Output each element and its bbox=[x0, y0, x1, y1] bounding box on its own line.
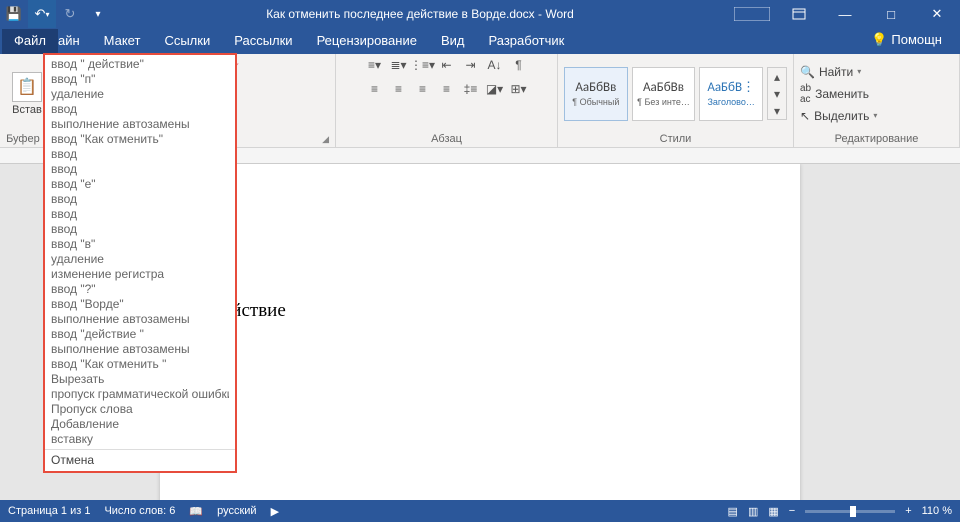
undo-history-item[interactable]: ввод bbox=[51, 102, 229, 117]
bulb-icon: 💡 bbox=[871, 32, 887, 47]
page-indicator[interactable]: Страница 1 из 1 bbox=[8, 505, 90, 517]
ribbon-tabs: Файл айн Макет Ссылки Рассылки Рецензиро… bbox=[0, 28, 960, 54]
undo-history-item[interactable]: ввод bbox=[51, 162, 229, 177]
search-icon: 🔍 bbox=[800, 65, 815, 79]
undo-history-item[interactable]: Пропуск слова bbox=[51, 402, 229, 417]
tell-me[interactable]: 💡Помощн bbox=[859, 28, 954, 54]
replace-icon: abac bbox=[800, 83, 811, 105]
undo-history-item[interactable]: ввод "Как отменить" bbox=[51, 132, 229, 147]
spell-check-icon[interactable]: 📖 bbox=[189, 505, 203, 518]
align-center-icon[interactable]: ≡ bbox=[390, 80, 408, 98]
undo-history-item[interactable]: ввод "?" bbox=[51, 282, 229, 297]
undo-history-item[interactable]: выполнение автозамены bbox=[51, 342, 229, 357]
undo-history-item[interactable]: Вырезать bbox=[51, 372, 229, 387]
align-left-icon[interactable]: ≡ bbox=[366, 80, 384, 98]
cursor-icon: ↖ bbox=[800, 109, 810, 123]
zoom-level[interactable]: 110 % bbox=[922, 505, 952, 517]
titlebar: 💾 ↶▾ ↻ ▾ Как отменить последнее действие… bbox=[0, 0, 960, 28]
line-spacing-icon[interactable]: ‡≡ bbox=[462, 80, 480, 98]
tab-layout[interactable]: Макет bbox=[92, 29, 153, 54]
justify-icon[interactable]: ≡ bbox=[438, 80, 456, 98]
undo-history-item[interactable]: ввод "Как отменить " bbox=[51, 357, 229, 372]
style-normal[interactable]: АаБбВв ¶ Обычный bbox=[564, 67, 628, 121]
doc-line1: ить bbox=[200, 264, 740, 286]
undo-history-item[interactable]: изменение регистра bbox=[51, 267, 229, 282]
dialog-launcher-icon[interactable]: ◢ bbox=[322, 134, 329, 145]
undo-history-item[interactable]: ввод bbox=[51, 207, 229, 222]
undo-history-item[interactable]: ввод bbox=[51, 147, 229, 162]
zoom-out[interactable]: − bbox=[789, 505, 795, 517]
group-paragraph-label: Абзац bbox=[342, 131, 551, 147]
undo-history-item[interactable]: вставку bbox=[51, 432, 229, 447]
ribbon-options[interactable] bbox=[776, 0, 822, 28]
show-marks-icon[interactable]: ¶ bbox=[510, 56, 528, 74]
shading-icon[interactable]: ◪▾ bbox=[486, 80, 504, 98]
styles-more-icon[interactable]: ▾ bbox=[768, 102, 786, 119]
close-button[interactable]: ✕ bbox=[914, 0, 960, 28]
macro-icon[interactable]: ▶ bbox=[271, 505, 279, 518]
save-button[interactable]: 💾 bbox=[0, 0, 28, 28]
undo-history-item[interactable]: ввод "п" bbox=[51, 72, 229, 87]
style-nospacing[interactable]: АаБбВв ¶ Без инте… bbox=[632, 67, 696, 121]
undo-history-dropdown: ввод " действие"ввод "п"удалениевводвыпо… bbox=[44, 54, 236, 472]
undo-history-item[interactable]: удаление bbox=[51, 87, 229, 102]
increase-indent-icon[interactable]: ⇥ bbox=[462, 56, 480, 74]
decrease-indent-icon[interactable]: ⇤ bbox=[438, 56, 456, 74]
word-count[interactable]: Число слов: 6 bbox=[104, 505, 175, 517]
undo-history-item[interactable]: ввод "Ворде" bbox=[51, 297, 229, 312]
maximize-button[interactable]: □ bbox=[868, 0, 914, 28]
styles-up-icon[interactable]: ▴ bbox=[768, 68, 786, 85]
undo-history-item[interactable]: выполнение автозамены bbox=[51, 117, 229, 132]
replace-button[interactable]: abacЗаменить bbox=[800, 83, 877, 105]
undo-history-item[interactable]: удаление bbox=[51, 252, 229, 267]
clipboard-icon: 📋 bbox=[12, 72, 42, 102]
undo-history-item[interactable]: Добавление bbox=[51, 417, 229, 432]
undo-history-item[interactable]: ввод " действие" bbox=[51, 57, 229, 72]
page[interactable]: ить е действие bbox=[160, 164, 800, 500]
multilevel-icon[interactable]: ⋮≡▾ bbox=[414, 56, 432, 74]
tab-view[interactable]: Вид bbox=[429, 29, 477, 54]
undo-history-item[interactable]: выполнение автозамены bbox=[51, 312, 229, 327]
language-indicator[interactable]: русский bbox=[217, 505, 256, 517]
group-styles-label: Стили bbox=[564, 131, 787, 147]
tab-review[interactable]: Рецензирование bbox=[305, 29, 429, 54]
select-button[interactable]: ↖Выделить ▾ bbox=[800, 109, 877, 123]
paste-button[interactable]: 📋 Встав bbox=[6, 68, 48, 120]
zoom-in[interactable]: + bbox=[905, 505, 911, 517]
undo-button[interactable]: ↶▾ bbox=[28, 0, 56, 28]
styles-down-icon[interactable]: ▾ bbox=[768, 85, 786, 102]
tab-design[interactable]: айн bbox=[58, 29, 92, 54]
tab-references[interactable]: Ссылки bbox=[152, 29, 222, 54]
undo-history-item[interactable]: пропуск грамматической ошибки bbox=[51, 387, 229, 402]
tab-file[interactable]: Файл bbox=[2, 29, 58, 54]
group-editing-label: Редактирование bbox=[800, 131, 953, 147]
zoom-slider[interactable] bbox=[805, 510, 895, 513]
sort-icon[interactable]: A↓ bbox=[486, 56, 504, 74]
borders-icon[interactable]: ⊞▾ bbox=[510, 80, 528, 98]
align-right-icon[interactable]: ≡ bbox=[414, 80, 432, 98]
undo-history-item[interactable]: ввод "действие " bbox=[51, 327, 229, 342]
find-button[interactable]: 🔍Найти ▾ bbox=[800, 65, 877, 79]
doc-line2: е действие bbox=[200, 300, 740, 322]
read-mode-icon[interactable]: ▤ bbox=[728, 505, 738, 518]
qat-customize[interactable]: ▾ bbox=[84, 0, 112, 28]
window-title: Как отменить последнее действие в Ворде.… bbox=[112, 7, 728, 21]
minimize-button[interactable]: — bbox=[822, 0, 868, 28]
group-clipboard-label: Буфер о bbox=[6, 131, 49, 147]
undo-history-item[interactable]: ввод "е" bbox=[51, 177, 229, 192]
undo-history-item[interactable]: ввод bbox=[51, 222, 229, 237]
print-layout-icon[interactable]: ▥ bbox=[748, 505, 758, 518]
web-layout-icon[interactable]: ▦ bbox=[768, 505, 778, 518]
numbering-icon[interactable]: ≣▾ bbox=[390, 56, 408, 74]
undo-footer[interactable]: Отмена bbox=[45, 449, 235, 471]
tab-mailings[interactable]: Рассылки bbox=[222, 29, 304, 54]
tab-developer[interactable]: Разработчик bbox=[477, 29, 577, 54]
bullets-icon[interactable]: ≡▾ bbox=[366, 56, 384, 74]
account-box[interactable] bbox=[732, 5, 772, 23]
undo-history-item[interactable]: ввод "в" bbox=[51, 237, 229, 252]
style-heading1[interactable]: АаБбВ⋮ Заголово… bbox=[699, 67, 763, 121]
status-bar: Страница 1 из 1 Число слов: 6 📖 русский … bbox=[0, 500, 960, 522]
redo-button[interactable]: ↻ bbox=[56, 0, 84, 28]
undo-history-item[interactable]: ввод bbox=[51, 192, 229, 207]
